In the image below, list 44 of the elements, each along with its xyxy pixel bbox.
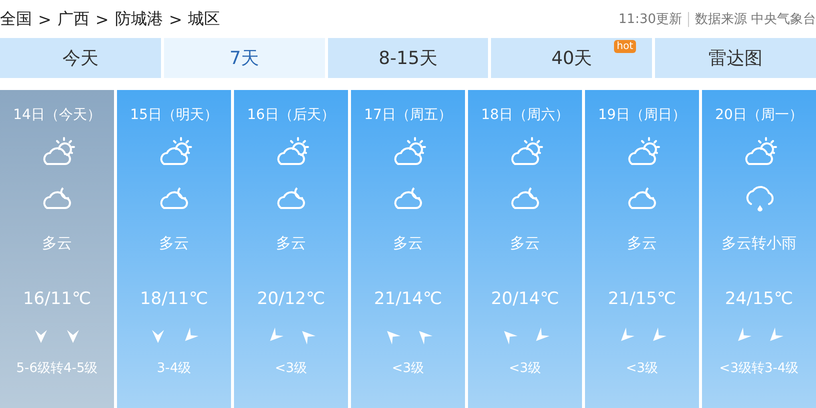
breadcrumb-link[interactable]: 广西 [57, 8, 90, 30]
weather-text: 多云 [393, 234, 423, 253]
temperature: 24/15℃ [724, 289, 794, 309]
weather-text: 多云 [627, 234, 657, 253]
breadcrumb-link[interactable]: 防城港 [114, 8, 163, 30]
wind-level: 5-6级转4-5级 [16, 360, 98, 377]
breadcrumb-separator: > [168, 10, 182, 28]
wind-level: <3级 [508, 360, 542, 377]
temperature: 18/11℃ [140, 289, 208, 309]
day-date: 14日（今天） [13, 106, 101, 124]
source-name: 中央气象台 [751, 11, 816, 28]
wind-level: 3-4级 [156, 360, 192, 377]
breadcrumb-separator: > [95, 10, 109, 28]
weather-text: 多云转小雨 [722, 234, 796, 253]
day-date: 18日（周六） [481, 106, 569, 124]
temperature: 21/15℃ [608, 289, 676, 309]
tab[interactable]: 雷达图 [655, 38, 816, 78]
update-time: 11:30更新 [618, 11, 682, 28]
temperature: 20/12℃ [256, 289, 326, 309]
wind-level: <3级转3-4级 [719, 360, 799, 377]
wind-level: <3级 [274, 360, 308, 377]
hot-badge: hot [614, 40, 636, 53]
source-label: 数据来源 [695, 11, 747, 28]
temperature: 21/14℃ [374, 289, 442, 309]
temperature: 16/11℃ [22, 289, 92, 309]
weather-text: 多云 [159, 234, 189, 253]
weather-text: 多云 [42, 234, 72, 253]
breadcrumb-link[interactable]: 全国 [0, 8, 32, 30]
breadcrumb-separator: > [38, 10, 52, 28]
day-date: 15日（明天） [130, 106, 218, 124]
weather-text: 多云 [276, 234, 306, 253]
day-date: 19日（周日） [598, 106, 686, 124]
temperature: 20/14℃ [490, 289, 560, 309]
wind-level: <3级 [392, 360, 424, 377]
day-date: 16日（后天） [247, 106, 335, 124]
tab[interactable]: 8-15天 [328, 38, 488, 78]
wind-level: <3级 [626, 360, 658, 377]
day-date: 20日（周一） [715, 106, 803, 124]
weather-text: 多云 [510, 234, 540, 253]
tab[interactable]: 7天 [164, 38, 325, 78]
tab[interactable]: 40天 hot [491, 38, 652, 78]
breadcrumb-link[interactable]: 城区 [188, 8, 220, 30]
tab[interactable]: 今天 [0, 38, 161, 78]
day-date: 17日（周五） [364, 106, 452, 124]
